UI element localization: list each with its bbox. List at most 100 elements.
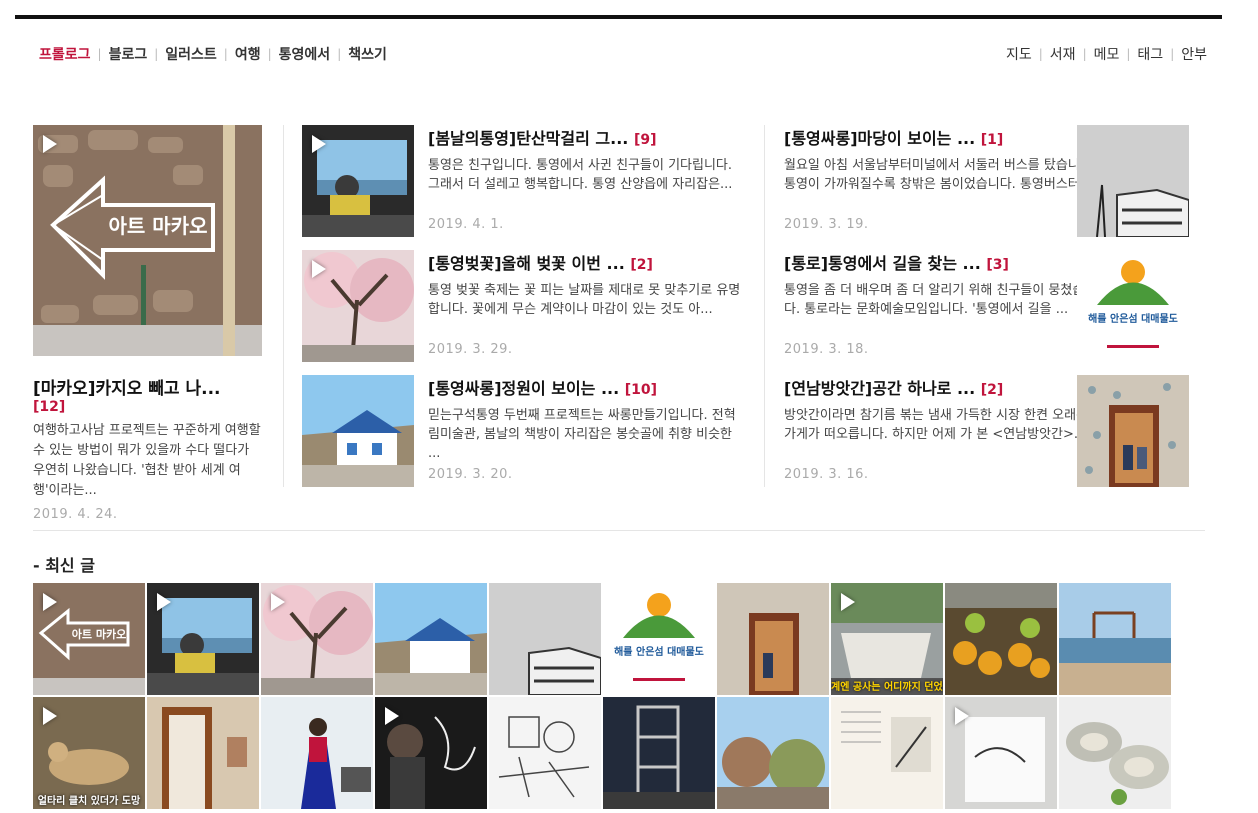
utility-nav: 지도 | 서재 | 메모 | 태그 | 안부 (1006, 44, 1207, 64)
recent-thumbnail[interactable] (1059, 697, 1171, 809)
play-icon (312, 135, 326, 153)
post-date: 2019. 4. 1. (428, 217, 504, 232)
category-nav: 프롤로그 | 블로그 | 일러스트 | 여행 | 통영에서 | 책쓰기 (39, 44, 387, 64)
nav-memo[interactable]: 메모 (1094, 44, 1120, 64)
featured-excerpt: 여행하고사남 프로젝트는 꾸준하게 여행할 수 있는 방법이 뭐가 있을까 수다… (33, 423, 261, 498)
tile-text: 아트 마카오 (72, 627, 126, 641)
post-thumbnail[interactable] (1077, 125, 1189, 237)
recent-thumbnail[interactable] (147, 583, 259, 695)
nav-separator: | (1170, 47, 1175, 61)
post-thumbnail[interactable] (302, 125, 414, 237)
play-icon (271, 593, 285, 611)
nav-separator: | (97, 47, 102, 61)
recent-thumbnail[interactable] (147, 697, 259, 809)
nav-travel[interactable]: 여행 (235, 44, 261, 64)
column-divider (283, 125, 284, 487)
post-thumbnail[interactable] (302, 250, 414, 362)
nav-prologue[interactable]: 프롤로그 (39, 44, 91, 64)
nav-illust[interactable]: 일러스트 (165, 44, 217, 64)
post-excerpt: 월요일 아침 서울남부터미널에서 서둘러 버스를 탔습니다. 통영이 가까워질수… (784, 158, 1096, 192)
recent-thumbnail[interactable]: 아트 마카오 (33, 583, 145, 695)
nav-bookwriting[interactable]: 책쓰기 (348, 44, 387, 64)
play-icon (841, 593, 855, 611)
nav-separator: | (154, 47, 159, 61)
section-divider (33, 530, 1205, 531)
recent-thumbnail[interactable] (1059, 583, 1171, 695)
post-excerpt: 통영 벚꽃 축제는 꽃 피는 날짜를 제대로 못 맞추기로 유명합니다. 꽃에게… (428, 283, 741, 317)
post-title[interactable]: [봄날의통영]탄산막걸리 그... [9] (428, 127, 746, 152)
play-icon (312, 260, 326, 278)
post-excerpt: 통영을 좀 더 배우며 좀 더 알리기 위해 친구들이 뭉쳤습니다. 통로라는 … (784, 283, 1097, 317)
play-icon (385, 707, 399, 725)
post-title[interactable]: [통영싸롱]정원이 보이는 ... [10] (428, 377, 746, 402)
recent-thumbnail[interactable] (603, 697, 715, 809)
post-thumbnail[interactable] (1077, 375, 1189, 487)
play-icon (43, 593, 57, 611)
nav-blog[interactable]: 블로그 (109, 44, 148, 64)
nav-separator: | (1082, 47, 1087, 61)
play-icon (43, 135, 57, 153)
post-count: [1] (980, 132, 1004, 148)
post-count: [9] (633, 132, 657, 148)
featured-post[interactable]: 아트 마카오 [마카오]카지오 빼고 나... [12] 여행하고사남 프로젝트… (33, 125, 265, 522)
recent-thumbnail[interactable] (375, 697, 487, 809)
post-excerpt: 방앗간이라면 참기름 볶는 냄새 가득한 시장 한켠 오래된 가게가 떠오릅니다… (784, 408, 1089, 442)
post-card[interactable]: [봄날의통영]탄산막걸리 그... [9] 통영은 친구입니다. 통영에서 사귄… (302, 125, 752, 237)
nav-separator: | (267, 47, 272, 61)
island-logo-text: 해를 안은섬 대매물도 (1088, 312, 1178, 325)
nav-tongyeong[interactable]: 통영에서 (279, 44, 331, 64)
featured-count: [12] (33, 399, 66, 415)
featured-title[interactable]: [마카오]카지오 빼고 나... (33, 374, 265, 399)
nav-guestbook[interactable]: 안부 (1181, 44, 1207, 64)
play-icon (157, 593, 171, 611)
post-card[interactable]: [통영벚꽃]올해 벚꽃 이번 ... [2] 통영 벚꽃 축제는 꽃 피는 날짜… (302, 250, 752, 362)
post-count: [10] (624, 382, 658, 398)
recent-thumbnail[interactable] (489, 697, 601, 809)
post-card[interactable]: [통로]통영에서 길을 찾는 ... [3] 통영을 좀 더 배우며 좀 더 알… (784, 250, 1234, 362)
post-count: [2] (630, 257, 653, 273)
post-title[interactable]: [통영싸롱]마당이 보이는 ... [1] (784, 127, 1102, 152)
recent-thumbnail[interactable] (489, 583, 601, 695)
recent-thumbnail[interactable] (945, 583, 1057, 695)
post-title[interactable]: [통영벚꽃]올해 벚꽃 이번 ... [2] (428, 252, 746, 277)
post-card[interactable]: [통영싸롱]마당이 보이는 ... [1] 월요일 아침 서울남부터미널에서 서… (784, 125, 1234, 237)
recent-thumbnail[interactable] (375, 583, 487, 695)
post-count: [2] (980, 382, 1004, 398)
play-icon (43, 707, 57, 725)
featured-image[interactable]: 아트 마카오 (33, 125, 262, 356)
post-card[interactable]: [통영싸롱]정원이 보이는 ... [10] 믿는구석통영 두번째 프로젝트는 … (302, 375, 752, 487)
post-date: 2019. 3. 29. (428, 342, 513, 357)
tile-text: 해를 안은섬 대매물도 (614, 645, 704, 658)
top-rule (15, 15, 1222, 19)
recent-thumbnail[interactable]: 해를 안은섬 대매물도 (603, 583, 715, 695)
nav-library[interactable]: 서재 (1050, 44, 1076, 64)
post-date: 2019. 3. 19. (784, 217, 869, 232)
play-icon (955, 707, 969, 725)
recent-thumbnail[interactable] (261, 697, 373, 809)
nav-separator: | (1126, 47, 1131, 61)
post-date: 2019. 3. 18. (784, 342, 869, 357)
post-excerpt: 통영은 친구입니다. 통영에서 사귄 친구들이 기다립니다. 그래서 더 설레고… (428, 158, 733, 192)
recent-thumbnail[interactable]: 계엔 공사는 어디까지 던었을까요? (831, 583, 943, 695)
nav-separator: | (337, 47, 342, 61)
post-date: 2019. 3. 20. (428, 467, 513, 482)
recent-thumbnail[interactable]: 얼타리 클치 있더가 도망 (33, 697, 145, 809)
recent-thumbnail[interactable] (261, 583, 373, 695)
tile-caption: 계엔 공사는 어디까지 던었을까요? (831, 682, 943, 693)
recent-thumbnail[interactable] (831, 697, 943, 809)
recent-thumbnail[interactable] (717, 697, 829, 809)
featured-date: 2019. 4. 24. (33, 507, 118, 522)
nav-map[interactable]: 지도 (1006, 44, 1032, 64)
recent-thumbnail[interactable] (945, 697, 1057, 809)
recent-thumbnail[interactable] (717, 583, 829, 695)
post-card[interactable]: [연남방앗간]공간 하나로 ... [2] 방앗간이라면 참기름 볶는 냄새 가… (784, 375, 1234, 487)
post-thumbnail[interactable] (302, 375, 414, 487)
recent-heading: - 최신 글 (33, 556, 95, 575)
nav-tags[interactable]: 태그 (1137, 44, 1163, 64)
post-thumbnail[interactable]: 해를 안은섬 대매물도 (1077, 250, 1189, 362)
tile-caption: 얼타리 클치 있더가 도망 (37, 796, 141, 807)
nav-separator: | (1038, 47, 1043, 61)
featured-image-text: 아트 마카오 (109, 214, 208, 238)
post-title[interactable]: [연남방앗간]공간 하나로 ... [2] (784, 377, 1102, 402)
post-title[interactable]: [통로]통영에서 길을 찾는 ... [3] (784, 252, 1102, 277)
